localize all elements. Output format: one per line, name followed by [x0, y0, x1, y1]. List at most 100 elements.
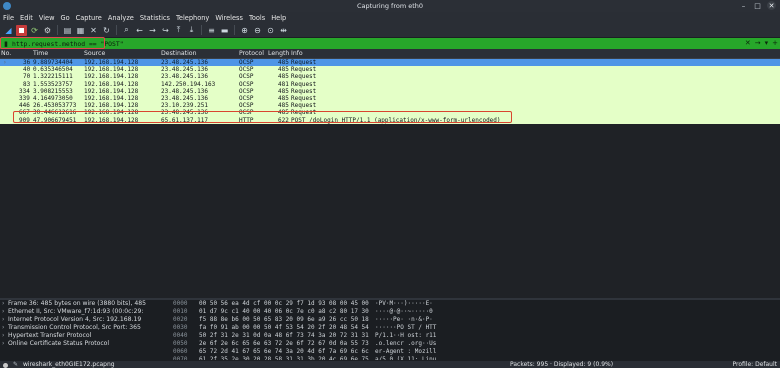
detail-row-tcp[interactable]: › Transmission Control Protocol, Src Port… [0, 324, 170, 332]
stop-capture-icon[interactable] [16, 24, 27, 36]
app-icon [3, 2, 11, 10]
save-file-icon[interactable]: ▦ [75, 25, 86, 36]
menu-bar: File Edit View Go Capture Analyze Statis… [0, 12, 780, 23]
close-button[interactable]: ✕ [767, 1, 776, 10]
col-protocol[interactable]: Protocol [239, 50, 264, 57]
capture-status-icon[interactable] [3, 362, 8, 368]
edit-comment-icon[interactable]: ✎ [13, 362, 19, 368]
detail-row-frame[interactable]: › Frame 36: 485 bytes on wire (3880 bits)… [0, 300, 170, 308]
packet-destination: 23.48.245.136 [161, 94, 208, 102]
back-icon[interactable]: ← [134, 25, 145, 36]
packet-row[interactable]: 70 1.322215111 192.168.194.128 23.48.245… [0, 73, 780, 81]
col-no[interactable]: No. [1, 50, 11, 57]
col-info[interactable]: Info [291, 50, 303, 57]
expand-arrow-icon[interactable]: › [0, 316, 8, 324]
clear-filter-icon[interactable]: ✕ [745, 39, 751, 47]
col-time[interactable]: Time [33, 50, 48, 57]
col-destination[interactable]: Destination [161, 50, 197, 57]
capture-options-icon[interactable]: ⚙ [42, 25, 53, 36]
find-packet-icon[interactable]: ⌕ [121, 25, 132, 36]
menu-telephony[interactable]: Telephony [176, 14, 209, 22]
detail-row-http[interactable]: › Hypertext Transfer Protocol [0, 332, 170, 340]
bytes-row[interactable]: 0030 fa f0 91 ab 00 00 50 4f 53 54 20 2f … [170, 324, 780, 332]
profile-status[interactable]: Profile: Default [732, 361, 777, 368]
forward-icon[interactable]: → [147, 25, 158, 36]
packet-row[interactable]: 339 4.164973050 192.168.194.128 23.48.24… [0, 94, 780, 103]
status-bar: ✎ wireshark_eth0GIE172.pcapng Packets: 9… [0, 360, 780, 368]
close-file-icon[interactable]: ✕ [88, 25, 99, 36]
display-filter-bar[interactable]: ▮ http.request.method == "POST" ✕ → ▾ + [0, 38, 780, 49]
menu-edit[interactable]: Edit [20, 14, 33, 22]
filter-dropdown-icon[interactable]: ▾ [765, 39, 769, 47]
packet-row[interactable]: 83 1.553523757 192.168.194.128 142.250.1… [0, 80, 780, 88]
window-title: Capturing from eth0 [356, 2, 424, 10]
menu-go[interactable]: Go [60, 14, 69, 22]
shark-fin-icon[interactable]: ◢ [3, 25, 14, 36]
bytes-row[interactable]: 0000 00 50 56 ea 4d cf 00 0c 29 f7 1d 93 … [170, 300, 780, 308]
expand-arrow-icon[interactable]: › [0, 332, 8, 340]
menu-view[interactable]: View [39, 14, 55, 22]
autoscroll-icon[interactable]: ≡ [206, 25, 217, 36]
menu-analyze[interactable]: Analyze [108, 14, 134, 22]
col-source[interactable]: Source [84, 50, 105, 57]
bytes-row[interactable]: 0050 2e 6f 2e 6c 65 6e 63 72 2e 6f 72 67 … [170, 340, 780, 348]
packet-time: 1.322215111 [33, 73, 73, 81]
packet-details-pane: › Frame 36: 485 bytes on wire (3880 bits)… [0, 300, 170, 360]
resize-columns-icon[interactable]: ⇹ [278, 25, 289, 36]
zoom-in-icon[interactable]: ⊕ [239, 25, 250, 36]
add-filter-button-icon[interactable]: + [772, 39, 778, 47]
bytes-row[interactable]: 0010 01 d7 9c c1 40 00 40 06 0c 7e c0 a8 … [170, 308, 780, 316]
col-length[interactable]: Length [268, 50, 289, 57]
restart-capture-icon[interactable]: ⟳ [29, 25, 40, 36]
packet-source: 192.168.194.128 [84, 87, 139, 95]
open-file-icon[interactable]: ▤ [62, 25, 73, 36]
packet-time: 3.908215553 [33, 87, 73, 95]
detail-row-ethernet[interactable]: › Ethernet II, Src: VMware_f7:1d:93 (00:0… [0, 308, 170, 316]
packet-source: 192.168.194.128 [84, 66, 139, 74]
expand-arrow-icon[interactable]: › [0, 340, 8, 348]
packet-length: 485 [278, 94, 289, 102]
detail-row-ipv4[interactable]: › Internet Protocol Version 4, Src: 192.1… [0, 316, 170, 324]
packet-highlight-box [13, 111, 512, 123]
packet-list-header: No. Time Source Destination Protocol Len… [0, 49, 780, 59]
packet-row[interactable]: 446 26.453053773 192.168.194.128 23.10.2… [0, 102, 780, 110]
menu-tools[interactable]: Tools [249, 14, 265, 22]
maximize-button[interactable]: □ [753, 1, 762, 10]
packet-count-status: Packets: 995 · Displayed: 9 (0.9%) [510, 361, 614, 368]
apply-filter-icon[interactable]: → [755, 39, 761, 47]
zoom-normal-icon[interactable]: ⊙ [265, 25, 276, 36]
detail-row-ocsp[interactable]: › Online Certificate Status Protocol [0, 340, 170, 348]
packet-destination: 23.48.245.136 [161, 87, 208, 95]
menu-capture[interactable]: Capture [76, 14, 102, 22]
expand-arrow-icon[interactable]: › [0, 300, 8, 308]
menu-wireless[interactable]: Wireless [215, 14, 243, 22]
minimize-button[interactable]: – [739, 1, 748, 10]
colorize-icon[interactable]: ▬ [219, 25, 230, 36]
menu-file[interactable]: File [3, 14, 14, 22]
expand-arrow-icon[interactable]: › [0, 308, 8, 316]
reload-icon[interactable]: ↻ [101, 25, 112, 36]
packet-row[interactable]: 334 3.908215553 192.168.194.128 23.48.24… [0, 87, 780, 95]
zoom-out-icon[interactable]: ⊖ [252, 25, 263, 36]
packet-info: Request [291, 66, 317, 74]
packet-source: 192.168.194.128 [84, 102, 139, 110]
packet-no: 446 [19, 102, 30, 110]
toolbar-separator [201, 25, 202, 35]
filter-highlight-box [0, 37, 105, 49]
menu-statistics[interactable]: Statistics [140, 14, 170, 22]
packet-source: 192.168.194.128 [84, 80, 139, 88]
menu-help[interactable]: Help [271, 14, 286, 22]
packet-length: 485 [278, 66, 289, 74]
packet-row[interactable]: 40 0.635346504 192.168.194.128 23.48.245… [0, 66, 780, 74]
bytes-row[interactable]: 0060 65 72 2d 41 67 65 6e 74 3a 20 4d 6f … [170, 348, 780, 356]
packet-time: 1.553523757 [33, 80, 73, 88]
packet-row[interactable]: › 36 9.889734404 192.168.194.128 23.48.2… [0, 59, 780, 67]
packet-no: 40 [23, 66, 31, 74]
go-to-packet-icon[interactable]: ↪ [160, 25, 171, 36]
last-packet-icon[interactable]: ⤓ [186, 25, 197, 36]
packet-info: Request [291, 73, 317, 81]
bytes-row[interactable]: 0020 f5 88 8e b6 00 50 65 83 20 09 6e a9 … [170, 316, 780, 324]
bytes-row[interactable]: 0040 50 2f 31 2e 31 0d 0a 48 6f 73 74 3a … [170, 332, 780, 340]
expand-arrow-icon[interactable]: › [0, 324, 8, 332]
first-packet-icon[interactable]: ⤒ [173, 25, 184, 36]
